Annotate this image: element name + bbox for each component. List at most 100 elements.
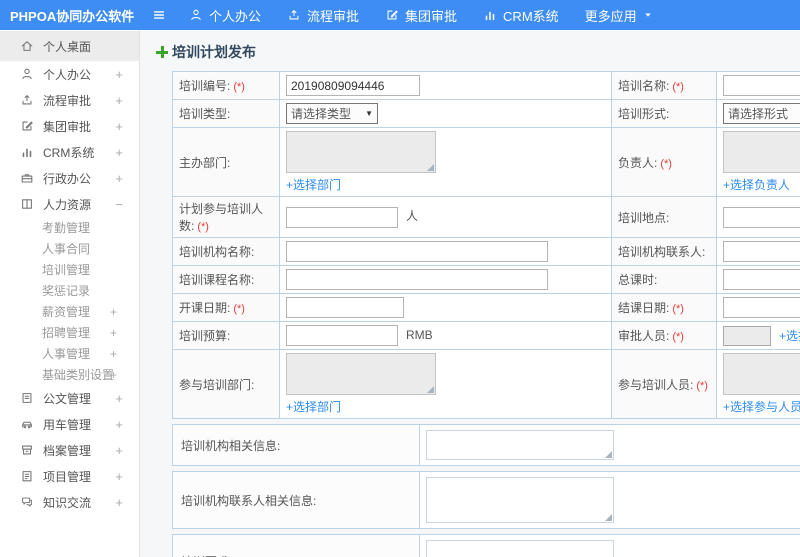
sidebar-subitem-reward-record[interactable]: 奖惩记录	[0, 280, 139, 301]
leader-label: 负责人: (*)	[611, 127, 717, 197]
sidebar-item-official-doc[interactable]: 公文管理 +	[0, 385, 139, 411]
join-dept-textarea[interactable]	[286, 353, 436, 395]
sidebar-subitem-salary[interactable]: 薪资管理 +	[0, 301, 139, 322]
course-name-input[interactable]	[286, 269, 548, 290]
expand-toggle[interactable]: +	[110, 305, 117, 319]
required-marker: (*)	[233, 81, 245, 93]
sidebar-toggle-button[interactable]	[142, 0, 176, 30]
join-dept-picker-link[interactable]: +选择部门	[286, 398, 341, 415]
required-marker: (*)	[672, 331, 684, 343]
form-bottom-rows: 培训机构相关信息:培训机构联系人相关信息:培训要求:附件文档:+附件上传	[172, 424, 800, 557]
sidebar-item-knowledge[interactable]: 知识交流 +	[0, 489, 139, 515]
org-contact-info-textarea[interactable]	[426, 477, 614, 523]
expand-toggle[interactable]: +	[110, 368, 117, 382]
sidebar-item-crm-system[interactable]: CRM系统 +	[0, 139, 139, 165]
budget-field: RMB	[279, 321, 612, 350]
org-contact-label: 培训机构联系人:	[611, 237, 717, 266]
topnav-item-workflow-approval[interactable]: 流程审批	[274, 0, 372, 30]
chat-icon	[20, 495, 34, 509]
expand-toggle[interactable]: −	[115, 197, 123, 212]
expand-toggle[interactable]: +	[115, 119, 123, 134]
expand-toggle[interactable]: +	[110, 347, 117, 361]
top-navigation: 个人办公 流程审批 集团审批 CRM系统 更多应用	[176, 0, 666, 30]
end-date-input[interactable]	[723, 297, 800, 318]
training-type-label: 培训类型:	[172, 99, 280, 128]
form-row: 参与培训部门: +选择部门 参与培训人员: (*) +选择参与人员	[172, 349, 800, 419]
approver-picker-link[interactable]: +选择审批人员	[779, 327, 800, 344]
approver-label: 审批人员: (*)	[611, 321, 717, 350]
sidebar-subitem-attendance[interactable]: 考勤管理	[0, 217, 139, 238]
form-row: 培训编号:(*) 培训名称:(*)	[172, 71, 800, 100]
expand-toggle[interactable]: +	[115, 469, 123, 484]
leader-picker-link[interactable]: +选择负责人	[723, 176, 790, 193]
host-dept-picker-link[interactable]: +选择部门	[286, 176, 341, 193]
training-type-select-value: 请选择类型	[291, 107, 352, 121]
sidebar-item-vehicle[interactable]: 用车管理 +	[0, 411, 139, 437]
sidebar-subitem-recruitment[interactable]: 招聘管理 +	[0, 322, 139, 343]
sidebar-item-admin-office[interactable]: 行政办公 +	[0, 165, 139, 191]
approver-input[interactable]	[723, 325, 771, 346]
start-date-label-text: 开课日期:	[179, 301, 231, 315]
sidebar-item-hr[interactable]: 人力资源 −	[0, 191, 139, 217]
sidebar: 个人桌面 个人办公 + 流程审批 + 集团审批 + CRM系统 + 行政办公 + 人力资源 − 考勤管理人…	[0, 30, 140, 557]
sidebar-item-group-approval[interactable]: 集团审批 +	[0, 113, 139, 139]
total-hours-input[interactable]	[723, 269, 800, 290]
training-no-input[interactable]	[286, 75, 420, 96]
expand-toggle[interactable]: +	[115, 391, 123, 406]
sidebar-subitem-personnel[interactable]: 人事管理 +	[0, 343, 139, 364]
edit-icon	[20, 119, 34, 133]
join-person-picker-link[interactable]: +选择参与人员	[723, 398, 800, 415]
training-name-label: 培训名称: (*)	[611, 71, 717, 100]
required-marker: (*)	[660, 157, 672, 170]
page-title: 培训计划发布	[156, 42, 800, 62]
sidebar-subitem-label: 考勤管理	[42, 221, 91, 235]
topnav-item-more-apps[interactable]: 更多应用	[572, 0, 666, 30]
sidebar-item-archive[interactable]: 档案管理 +	[0, 437, 139, 463]
training-form-field: 请选择形式▼	[716, 99, 800, 128]
training-name-input[interactable]	[723, 75, 800, 96]
expand-toggle[interactable]: +	[115, 145, 123, 160]
expand-toggle[interactable]: +	[110, 326, 117, 340]
sidebar-subitem-hr-contract[interactable]: 人事合同	[0, 238, 139, 259]
host-dept-textarea[interactable]	[286, 131, 436, 173]
training-plan-form: 培训编号:(*)培训名称:(*)培训类型:请选择类型▼培训形式:请选择形式▼主办…	[172, 71, 800, 557]
training-type-select[interactable]: 请选择类型 ▼	[286, 103, 378, 124]
training-form-select[interactable]: 请选择形式▼	[723, 103, 800, 124]
expand-toggle[interactable]: +	[115, 495, 123, 510]
sidebar-item-personal-desktop[interactable]: 个人桌面	[0, 31, 139, 61]
expand-toggle[interactable]: +	[115, 443, 123, 458]
upload-icon	[287, 8, 301, 22]
topnav-item-personal-office[interactable]: 个人办公	[176, 0, 274, 30]
expand-toggle[interactable]: +	[115, 417, 123, 432]
expand-toggle[interactable]: +	[115, 171, 123, 186]
topnav-item-crm-system[interactable]: CRM系统	[470, 0, 572, 30]
topnav-item-group-approval[interactable]: 集团审批	[372, 0, 470, 30]
training-place-input[interactable]	[723, 206, 800, 228]
expand-toggle[interactable]: +	[115, 67, 123, 82]
sidebar-subitem-label: 人事管理	[42, 347, 91, 361]
topnav-item-label: CRM系统	[503, 8, 559, 24]
training-require-textarea[interactable]	[426, 540, 614, 557]
start-date-input[interactable]	[286, 297, 404, 318]
join-person-textarea[interactable]	[723, 353, 800, 395]
sidebar-item-workflow-approval[interactable]: 流程审批 +	[0, 87, 139, 113]
training-type-field: 请选择类型 ▼	[279, 99, 612, 128]
leader-textarea[interactable]	[723, 131, 800, 173]
training-no-label: 培训编号: (*)	[172, 71, 280, 100]
org-contact-input[interactable]	[723, 241, 800, 262]
user-icon	[20, 67, 34, 81]
sidebar-subitem-base-category[interactable]: 基础类别设置 +	[0, 364, 139, 385]
training-no-field	[279, 71, 612, 100]
org-name-input[interactable]	[286, 241, 548, 262]
budget-input[interactable]	[286, 325, 398, 346]
host-dept-label-text: 主办部门:	[179, 155, 231, 170]
sidebar-subitem-label: 奖惩记录	[42, 284, 91, 298]
sidebar-item-personal-office[interactable]: 个人办公 +	[0, 61, 139, 87]
planned-count-input[interactable]	[286, 206, 398, 228]
expand-toggle[interactable]: +	[115, 93, 123, 108]
org-info-textarea[interactable]	[426, 430, 614, 460]
sidebar-item-label: 档案管理	[43, 443, 92, 458]
leader-label-text: 负责人:	[618, 155, 658, 170]
sidebar-subitem-training[interactable]: 培训管理	[0, 259, 139, 280]
sidebar-item-project[interactable]: 项目管理 +	[0, 463, 139, 489]
